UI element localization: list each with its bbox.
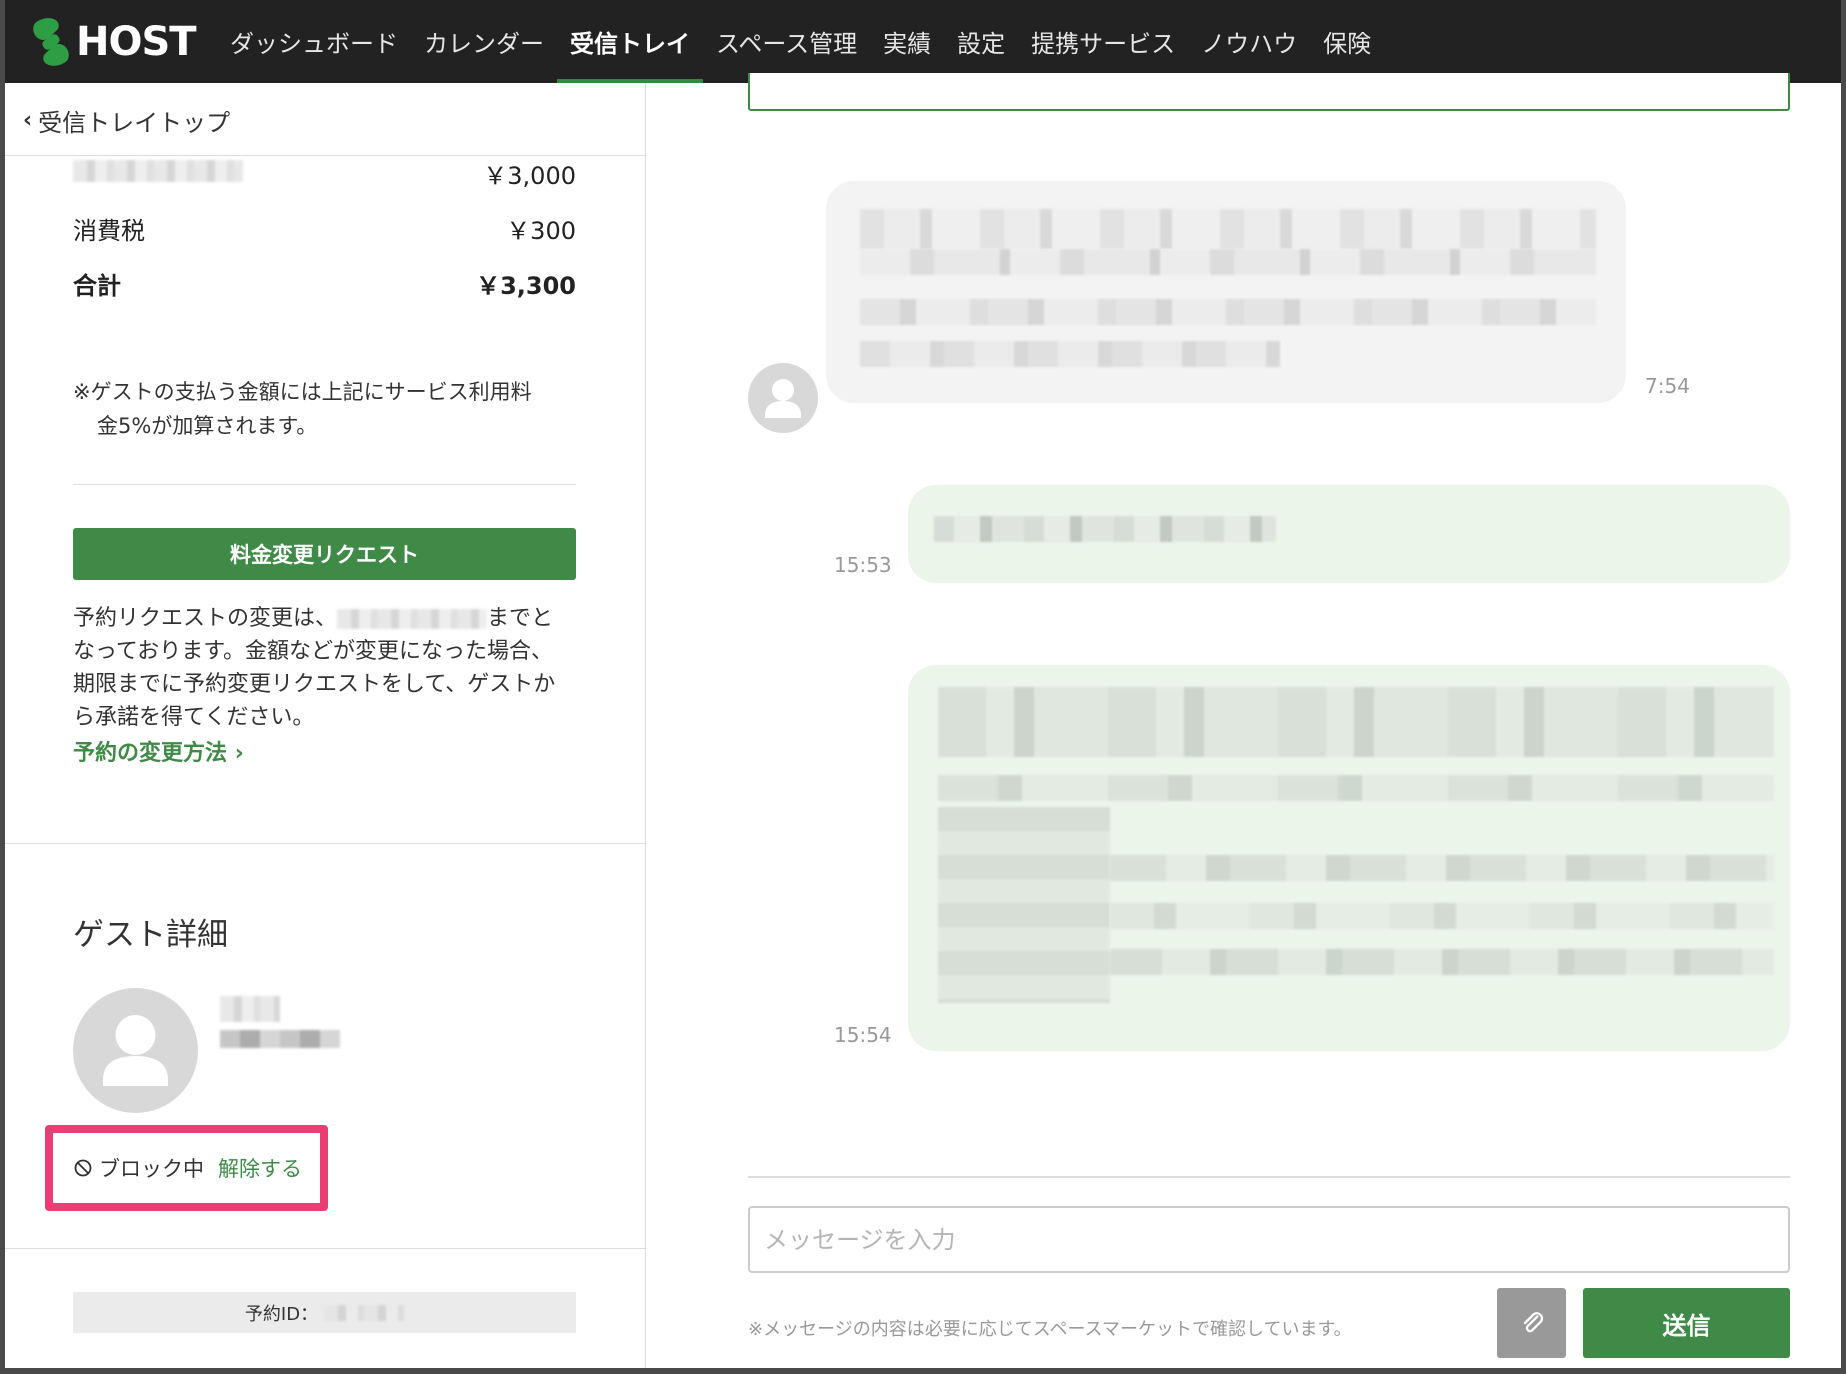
chevron-left-icon: ‹: [23, 108, 33, 133]
redacted-text: [1110, 903, 1774, 929]
reservation-banner: [748, 73, 1790, 111]
guest-name-redacted: [215, 988, 345, 1068]
message-time: 7:54: [1645, 374, 1690, 398]
logo-text: HOST: [76, 19, 197, 65]
back-link-label: 受信トレイトップ: [38, 109, 231, 137]
nav-item[interactable]: 保険: [1310, 0, 1384, 83]
message-time: 15:54: [834, 1023, 892, 1047]
price-row-tax: 消費税 ￥300: [73, 211, 576, 246]
host-logo[interactable]: HOST: [28, 14, 197, 70]
nav-item[interactable]: 提携サービス: [1018, 0, 1188, 83]
change-request-note: 予約リクエストの変更は、 までと なっております。金額などが変更になった場合、 期…: [73, 602, 583, 734]
price-row-base: ￥3,000: [73, 156, 576, 191]
redacted-text: [860, 341, 1280, 367]
howto-link-label: 予約の変更方法: [73, 741, 228, 766]
guest-section-title: ゲスト詳細: [73, 917, 228, 953]
nav-items: ダッシュボード カレンダー 受信トレイ スペース管理 実績 設定 提携サービス ノウハウ 保険: [217, 0, 1384, 83]
change-note-text: 予約リクエストの変更は、: [73, 606, 338, 631]
change-note-text: なっております。金額などが変更になった場合、: [73, 639, 554, 664]
price-label: 消費税: [73, 217, 145, 245]
back-to-inbox-link[interactable]: ‹ 受信トレイトップ: [23, 103, 230, 138]
redacted-text: [938, 687, 1774, 757]
price-amount: ￥3,000: [483, 162, 576, 190]
send-button[interactable]: 送信: [1583, 1288, 1790, 1358]
block-status-box: ブロック中 解除する: [45, 1125, 328, 1211]
chat-pane: 7:54 15:53 15:54 ※メッセージの内容は必要に応じてスペースマーケ…: [646, 73, 1841, 1368]
message-bubble-outgoing: [908, 485, 1790, 583]
divider: [5, 1248, 646, 1249]
change-howto-link[interactable]: 予約の変更方法 ›: [73, 735, 244, 767]
booking-id-bar: 予約ID：: [73, 1292, 576, 1333]
redacted-text: [938, 775, 1774, 801]
change-note-text: までと: [487, 606, 554, 631]
nav-item[interactable]: ノウハウ: [1188, 0, 1310, 83]
fee-change-request-button[interactable]: 料金変更リクエスト: [73, 528, 576, 580]
ban-icon: [74, 1159, 92, 1177]
redacted-text: [1110, 855, 1774, 881]
price-amount: ￥3,300: [476, 272, 576, 300]
guest-avatar[interactable]: [73, 988, 198, 1113]
message-time: 15:53: [834, 553, 892, 577]
redacted-text: [860, 209, 1596, 249]
attach-file-button[interactable]: [1497, 1288, 1566, 1358]
booking-id-label: 予約ID：: [244, 1303, 319, 1325]
nav-item[interactable]: 設定: [944, 0, 1018, 83]
deadline-redacted: [337, 609, 488, 629]
reservation-sidebar: ‹ 受信トレイトップ ￥3,000 消費税 ￥300 合計 ￥3,300 ※ゲス…: [5, 83, 646, 1368]
change-note-text: ら承諾を得てください。: [73, 705, 315, 730]
redacted-text: [938, 807, 1110, 1003]
block-status-label: ブロック中: [99, 1157, 204, 1181]
price-amount: ￥300: [506, 217, 576, 245]
redacted-text: [860, 299, 1596, 325]
message-input[interactable]: [748, 1206, 1790, 1273]
top-nav: HOST ダッシュボード カレンダー 受信トレイ スペース管理 実績 設定 提携サービス ノウ…: [5, 0, 1841, 83]
nav-item[interactable]: カレンダー: [411, 0, 557, 83]
nav-item[interactable]: 実績: [870, 0, 944, 83]
message-review-note: ※メッセージの内容は必要に応じてスペースマーケットで確認しています。: [748, 1319, 1352, 1340]
price-label-redacted: [73, 160, 243, 182]
paperclip-icon: [1523, 1312, 1543, 1333]
nav-item[interactable]: ダッシュボード: [217, 0, 411, 83]
nav-item[interactable]: 受信トレイ: [557, 0, 703, 83]
unblock-link[interactable]: 解除する: [218, 1153, 302, 1183]
chevron-right-icon: ›: [234, 741, 244, 766]
booking-id-redacted: [324, 1304, 405, 1321]
nav-item[interactable]: スペース管理: [703, 0, 870, 83]
message-bubble-incoming: [826, 181, 1626, 403]
redacted-text: [934, 516, 1276, 542]
service-fee-note: ※ゲストの支払う金額には上記にサービス利用料 金5%が加算されます。: [73, 375, 583, 443]
guest-message-avatar: [748, 363, 818, 433]
fee-note-line: ※ゲストの支払う金額には上記にサービス利用料: [73, 380, 532, 404]
fee-note-line: 金5%が加算されます。: [97, 414, 318, 438]
redacted-block: [220, 1030, 340, 1048]
user-icon: [103, 1015, 168, 1086]
composer-divider: [748, 1176, 1790, 1178]
price-label: 合計: [73, 272, 121, 300]
user-icon: [765, 379, 801, 418]
change-note-text: 期限までに予約変更リクエストをして、ゲストか: [73, 672, 556, 697]
redacted-block: [220, 996, 280, 1022]
divider: [73, 484, 576, 485]
price-row-total: 合計 ￥3,300: [73, 266, 576, 301]
logo-mark-icon: [33, 18, 69, 66]
redacted-text: [1110, 949, 1774, 975]
app-window: HOST ダッシュボード カレンダー 受信トレイ スペース管理 実績 設定 提携サービス ノウ…: [5, 0, 1841, 1368]
divider: [5, 843, 646, 844]
redacted-text: [860, 249, 1596, 275]
message-bubble-outgoing: [908, 665, 1790, 1051]
